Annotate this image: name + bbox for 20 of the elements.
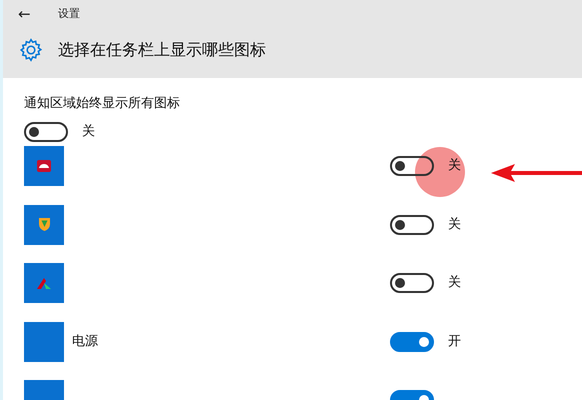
toggle-state: 关 [448, 216, 461, 234]
toggle-state: 关 [448, 274, 461, 292]
app-name: 电源 [72, 332, 98, 351]
toggle-state: 关 [448, 157, 461, 176]
app-tile [24, 322, 64, 362]
toggle-state: 开 [448, 332, 461, 351]
page-title: 选择在任务栏上显示哪些图标 [58, 39, 266, 61]
shield-icon [38, 218, 50, 231]
toggle-state: 关 [82, 123, 95, 142]
setting-label: 通知区域始终显示所有图标 [24, 95, 181, 113]
settings-icon [18, 37, 44, 63]
section-label: 设置 [58, 6, 80, 22]
toggle-switch[interactable] [390, 332, 434, 352]
back-button[interactable]: ← [18, 2, 36, 26]
triangle-logo-icon [37, 278, 51, 288]
toggle-switch[interactable] [390, 214, 434, 234]
toggle-switch[interactable] [390, 273, 434, 293]
toggle-switch[interactable] [24, 122, 68, 142]
highlight-circle [415, 147, 465, 197]
arrow-icon [491, 163, 582, 183]
